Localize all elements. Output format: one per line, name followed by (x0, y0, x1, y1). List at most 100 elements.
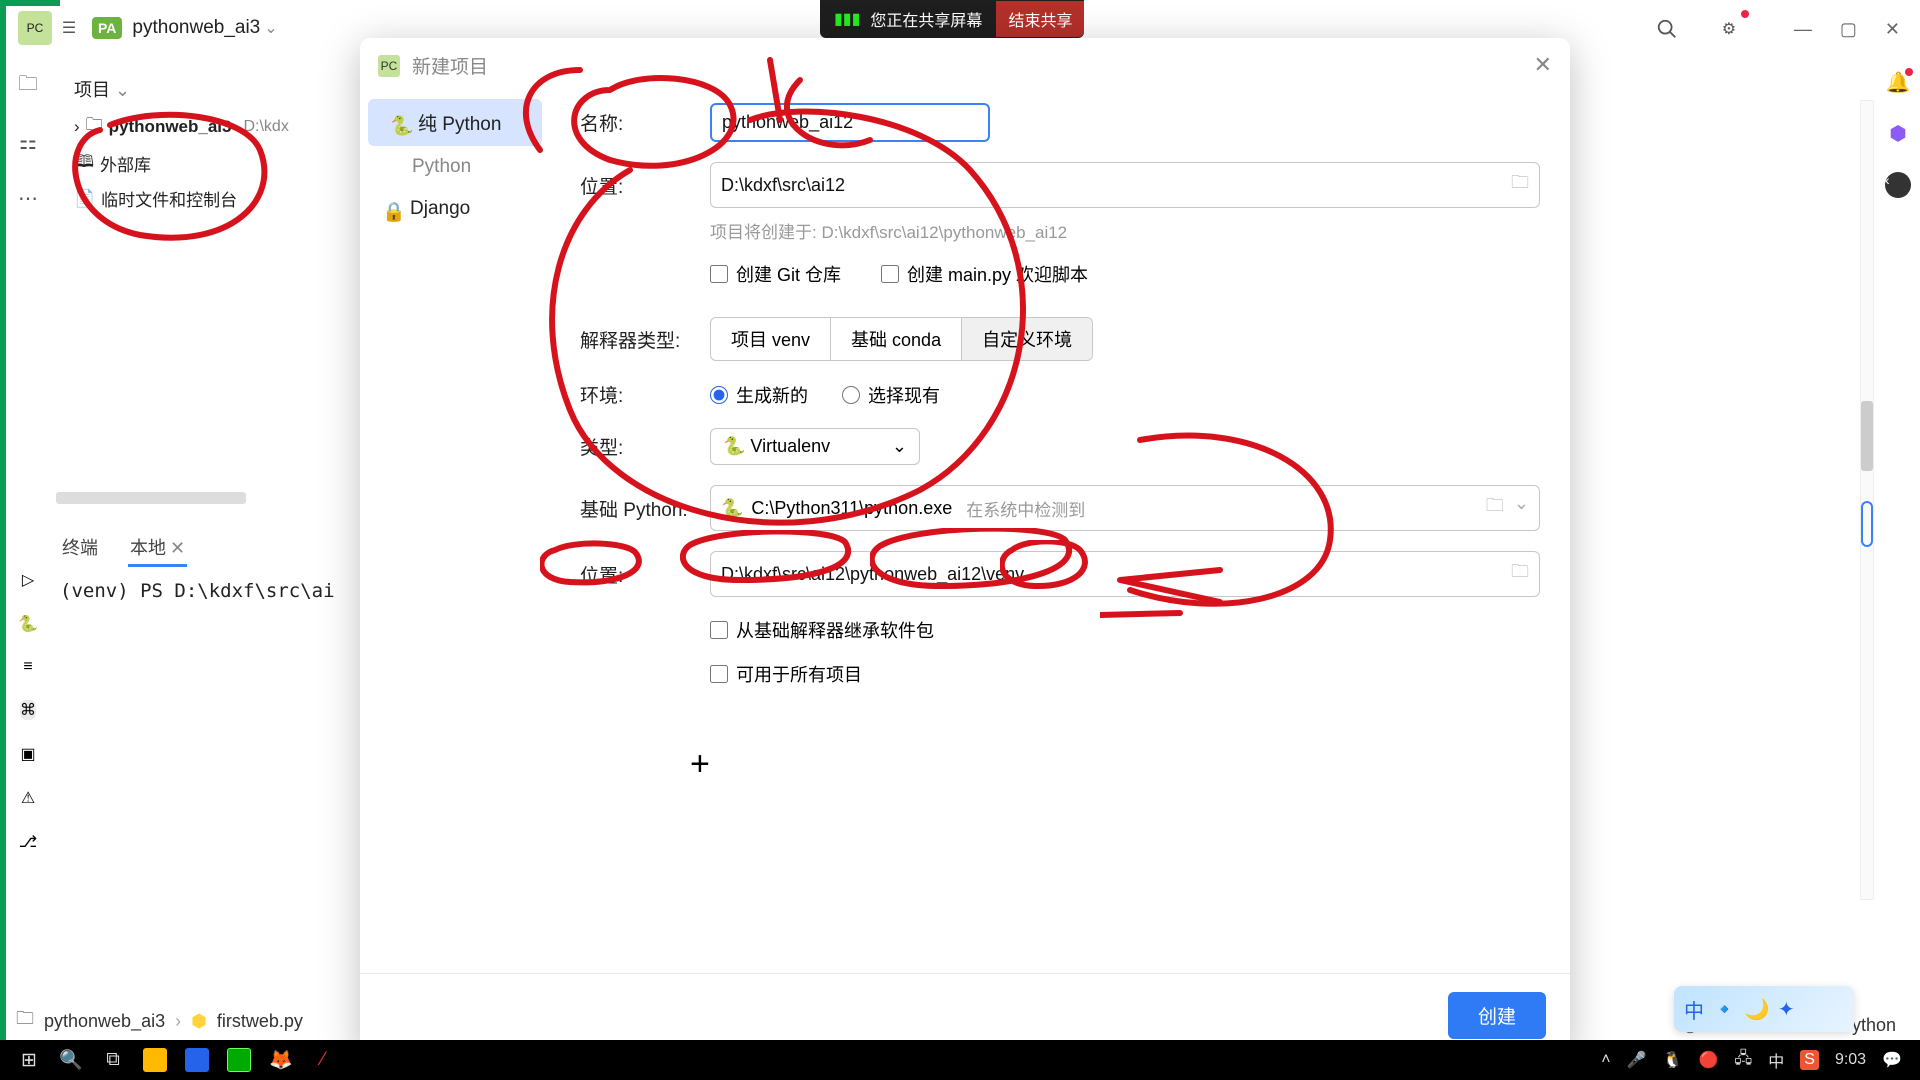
project-root[interactable]: › 🗀 pythonweb_ai3 D:\kdx (56, 108, 356, 145)
python-icon: 🐍 (390, 114, 408, 132)
services-tool-icon[interactable]: ⌘ (20, 700, 36, 720)
taskbar-app-icon[interactable]: ⁄ (302, 1040, 344, 1080)
start-button[interactable]: ⊞ (8, 1040, 50, 1080)
layers-tool-icon[interactable]: ≡ (23, 658, 32, 676)
chevron-right-icon[interactable]: › (74, 117, 80, 137)
breadcrumb: 🗀 pythonweb_ai3 › ⬢ firstweb.py (16, 1006, 303, 1036)
pycharm-icon: PC (18, 11, 52, 45)
collapse-panel-icon[interactable]: ‹ (1885, 172, 1911, 198)
ime-widget[interactable]: 中🔹🌙✦ (1674, 986, 1854, 1032)
label-location: 位置: (580, 172, 710, 199)
notifications-icon[interactable]: 🔔 (1886, 70, 1911, 95)
horizontal-scrollbar[interactable] (56, 492, 246, 504)
browse-folder-icon[interactable]: 🗀 (1511, 559, 1529, 589)
structure-tool-icon[interactable]: ⚏ (12, 126, 44, 158)
checkbox-available-all-projects[interactable]: 可用于所有项目 (710, 661, 1540, 687)
radio-generate-new[interactable]: 生成新的 (710, 382, 808, 408)
git-tool-icon[interactable]: ⎇ (19, 832, 37, 852)
sogou-ime-icon[interactable]: S (1800, 1050, 1819, 1070)
problems-tool-icon[interactable]: ⚠ (21, 788, 35, 808)
base-python-input[interactable]: 🐍 C:\Python311\python.exe 在系统中检测到 🗀⌄ (710, 485, 1540, 531)
label-interpreter-type: 解释器类型: (580, 326, 710, 353)
checkbox-inherit-packages[interactable]: 从基础解释器继承软件包 (710, 617, 1540, 643)
editor-scrollbar[interactable] (1860, 100, 1874, 900)
clock[interactable]: 9:03 (1835, 1051, 1866, 1069)
minimize-icon[interactable]: — (1794, 19, 1812, 40)
project-name[interactable]: pythonweb_ai3 (132, 17, 260, 39)
breadcrumb-file[interactable]: firstweb.py (217, 1011, 303, 1032)
tray-mic-icon[interactable]: 🎤 (1627, 1050, 1647, 1070)
django-icon: 🔒 (382, 200, 400, 218)
task-view-icon[interactable]: ⧉ (92, 1040, 134, 1080)
name-input[interactable]: pythonweb_ai12 (710, 103, 990, 142)
chevron-down-icon[interactable]: ⌄ (1514, 493, 1529, 523)
label-type: 类型: (580, 433, 710, 460)
venv-location-input[interactable]: D:\kdxf\src\ai12\pythonweb_ai12\venv🗀 (710, 551, 1540, 597)
tab-local[interactable]: 本地✕ (128, 530, 187, 567)
location-input[interactable]: D:\kdxf\src\ai12🗀 (710, 162, 1540, 208)
radio-select-existing[interactable]: 选择现有 (842, 382, 940, 408)
taskbar-app-icon[interactable] (176, 1040, 218, 1080)
taskbar: ⊞ 🔍 ⧉ 🦊 ⁄ ˄ 🎤 🐧 🔴 🖧 中 S 9:03 💬 (0, 1040, 1920, 1080)
tray-app-icon[interactable]: 🐧 (1663, 1050, 1683, 1070)
hamburger-icon[interactable]: ☰ (52, 11, 86, 45)
external-libraries[interactable]: 🕮 外部库 (56, 145, 356, 182)
library-icon: 🕮 (74, 149, 94, 178)
folder-icon: 🗀 (16, 1006, 34, 1036)
cursor-crosshair-icon: + (690, 745, 710, 784)
label-environment: 环境: (580, 381, 710, 408)
dialog-title: 新建项目 (412, 52, 488, 79)
breadcrumb-project[interactable]: pythonweb_ai3 (44, 1011, 165, 1032)
creation-path-hint: 项目将创建于: D:\kdxf\src\ai12\pythonweb_ai12 (710, 218, 1540, 243)
interpreter-type-segment: 项目 venv 基础 conda 自定义环境 (710, 317, 1093, 361)
scratch-icon: 📄 (74, 189, 95, 209)
pycharm-taskbar-icon[interactable] (218, 1040, 260, 1080)
file-explorer-icon[interactable] (134, 1040, 176, 1080)
taskbar-search-icon[interactable]: 🔍 (50, 1040, 92, 1080)
settings-icon[interactable]: ⚙ (1712, 12, 1746, 46)
ime-indicator[interactable]: 中 (1768, 1048, 1784, 1072)
pycharm-icon: PC (378, 55, 400, 77)
close-icon[interactable]: ✕ (1885, 19, 1900, 40)
browse-folder-icon[interactable]: 🗀 (1486, 493, 1504, 523)
seg-base-conda[interactable]: 基础 conda (831, 318, 962, 360)
python-file-icon: ⬢ (191, 1011, 207, 1032)
python-icon: 🐍 (721, 498, 743, 519)
seg-custom-env[interactable]: 自定义环境 (962, 318, 1092, 360)
terminal-output[interactable]: (venv) PS D:\kdxf\src\ai (60, 580, 335, 602)
run-tool-icon[interactable]: ▷ (22, 570, 34, 590)
folder-tool-icon[interactable]: 🗀 (12, 70, 44, 102)
tab-terminal[interactable]: 终端 (60, 530, 100, 567)
chevron-down-icon[interactable]: ⌄ (264, 18, 277, 38)
checkbox-create-git[interactable]: 创建 Git 仓库 (710, 261, 841, 287)
action-center-icon[interactable]: 💬 (1882, 1050, 1902, 1070)
template-pure-python[interactable]: 🐍纯 Python (368, 99, 542, 146)
tray-network-icon[interactable]: 🖧 (1734, 1047, 1752, 1074)
new-project-dialog: PC 新建项目 ✕ 🐍纯 Python Python 🔒Django 名称: p… (360, 38, 1570, 1057)
project-panel-header[interactable]: 项目 ⌄ (56, 70, 356, 108)
create-button[interactable]: 创建 (1448, 992, 1546, 1039)
dialog-close-icon[interactable]: ✕ (1534, 52, 1552, 78)
checkbox-create-main[interactable]: 创建 main.py 欢迎脚本 (881, 261, 1088, 287)
tray-chevron-icon[interactable]: ˄ (1601, 1051, 1610, 1069)
label-venv-location: 位置: (580, 561, 710, 588)
template-django[interactable]: 🔒Django (360, 188, 550, 230)
search-icon[interactable] (1650, 12, 1684, 46)
maximize-icon[interactable]: ▢ (1840, 19, 1857, 40)
label-name: 名称: (580, 109, 710, 136)
scratches[interactable]: 📄 临时文件和控制台 (56, 182, 356, 215)
browse-folder-icon[interactable]: 🗀 (1511, 170, 1529, 200)
more-tool-icon[interactable]: ⋯ (12, 182, 44, 214)
tab-close-icon[interactable]: ✕ (170, 538, 185, 558)
project-avatar: PA (92, 17, 122, 39)
type-select[interactable]: 🐍 Virtualenv⌄ (710, 428, 920, 465)
terminal-tool-icon[interactable]: ▣ (20, 744, 35, 764)
tray-app-icon[interactable]: 🔴 (1698, 1050, 1718, 1070)
chevron-down-icon: ⌄ (892, 436, 907, 457)
template-python[interactable]: Python (360, 146, 550, 188)
python-tool-icon[interactable]: 🐍 (18, 614, 38, 634)
label-base-python: 基础 Python: (580, 495, 710, 522)
ai-assistant-icon[interactable]: ⬢ (1889, 121, 1906, 146)
firefox-icon[interactable]: 🦊 (260, 1040, 302, 1080)
seg-project-venv[interactable]: 项目 venv (711, 318, 831, 360)
